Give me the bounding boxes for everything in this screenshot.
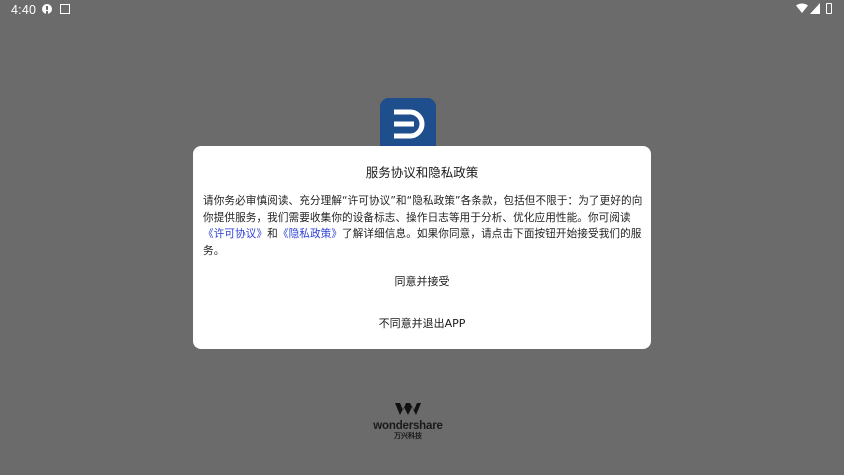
brand-name: wondershare	[373, 420, 443, 432]
alert-icon	[42, 4, 52, 14]
agree-button[interactable]: 同意并接受	[193, 273, 651, 291]
wondershare-mark-icon	[395, 403, 421, 415]
app-logo-d-icon	[380, 98, 436, 146]
status-bar: 4:40	[0, 0, 844, 22]
wondershare-logo: wondershare 万兴科技	[368, 401, 448, 445]
disagree-exit-button[interactable]: 不同意并退出APP	[193, 315, 651, 333]
license-agreement-link[interactable]: 《许可协议》	[203, 228, 267, 240]
privacy-dialog: 服务协议和隐私政策 请你务必审慎阅读、充分理解“许可协议”和“隐私政策”各条款，…	[193, 146, 651, 349]
battery-icon	[826, 3, 832, 14]
wifi-icon	[796, 3, 808, 13]
dialog-title: 服务协议和隐私政策	[365, 165, 479, 180]
brand-sub: 万兴科技	[394, 432, 422, 440]
status-time: 4:40	[11, 3, 37, 17]
body-text-and: 和	[267, 228, 278, 240]
signal-icon	[810, 3, 820, 14]
dialog-body: 请你务必审慎阅读、充分理解“许可协议”和“隐私政策”各条款，包括但不限于：为了更…	[203, 193, 643, 259]
a-icon	[60, 4, 70, 14]
privacy-policy-link[interactable]: 《隐私政策》	[278, 228, 342, 240]
screen: 4:40 wondershare 万兴科技 服务协议和隐私政策 请你务必审慎阅读…	[0, 0, 844, 475]
body-text-1: 请你务必审慎阅读、充分理解“许可协议”和“隐私政策”各条款，包括但不限于：为了更…	[203, 195, 643, 224]
